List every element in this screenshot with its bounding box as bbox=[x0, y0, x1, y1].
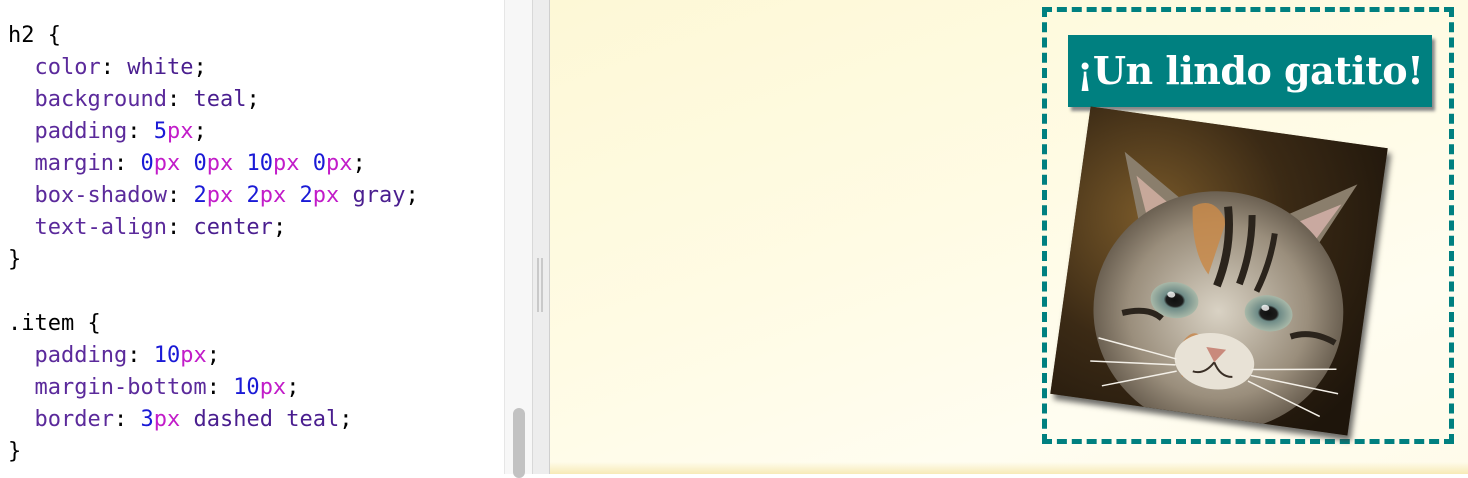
code-area[interactable]: h2 { color: white; background: teal; pad… bbox=[8, 20, 419, 468]
code-token-prop: box-shadow bbox=[8, 183, 167, 208]
code-token-val: dashed bbox=[193, 407, 273, 432]
code-token-prop: padding bbox=[8, 119, 128, 144]
code-line[interactable]: box-shadow: 2px 2px 2px gray; bbox=[8, 180, 419, 212]
code-token-punct: : bbox=[113, 151, 141, 176]
code-token-unit: px bbox=[312, 183, 340, 208]
code-token-prop: margin bbox=[8, 151, 114, 176]
code-token-punct bbox=[233, 183, 246, 208]
code-line[interactable]: padding: 5px; bbox=[8, 116, 419, 148]
code-token-punct bbox=[339, 183, 352, 208]
code-token-prop: text-align bbox=[8, 215, 167, 240]
code-token-brace: } bbox=[8, 247, 22, 272]
code-token-punct: : bbox=[100, 55, 128, 80]
code-line[interactable]: margin: 0px 0px 10px 0px; bbox=[8, 148, 419, 180]
code-token-sel: .item bbox=[8, 311, 88, 336]
preview-bottom-edge bbox=[550, 462, 1468, 474]
code-token-val: gray bbox=[352, 183, 406, 208]
code-line[interactable]: margin-bottom: 10px; bbox=[8, 372, 419, 404]
preview-pane: ¡Un lindo gatito! bbox=[550, 0, 1468, 474]
code-token-punct: ; bbox=[193, 55, 207, 80]
code-token-punct: : bbox=[166, 87, 194, 112]
code-token-unit: px bbox=[272, 151, 300, 176]
code-token-prop: border bbox=[8, 407, 114, 432]
code-token-punct: ; bbox=[206, 343, 220, 368]
code-line[interactable]: background: teal; bbox=[8, 84, 419, 116]
code-token-punct bbox=[273, 407, 286, 432]
pane-splitter[interactable] bbox=[532, 0, 550, 474]
splitter-grip-icon[interactable] bbox=[537, 258, 545, 312]
code-token-sel: h2 bbox=[8, 23, 48, 48]
code-line[interactable]: h2 { bbox=[8, 20, 419, 52]
code-token-unit: px bbox=[153, 151, 181, 176]
code-token-punct bbox=[299, 151, 312, 176]
kitten-photo-graphic bbox=[1050, 106, 1388, 436]
code-token-unit: px bbox=[325, 151, 353, 176]
code-token-prop: margin-bottom bbox=[8, 375, 207, 400]
code-token-num: 10 bbox=[153, 343, 181, 368]
code-token-num: 5 bbox=[153, 119, 167, 144]
code-token-unit: px bbox=[180, 343, 207, 368]
code-token-val: teal bbox=[286, 407, 340, 432]
code-token-prop: background bbox=[8, 87, 167, 112]
kitten-photo bbox=[1050, 106, 1388, 436]
code-token-brace: { bbox=[47, 23, 61, 48]
code-token-punct: ; bbox=[405, 183, 419, 208]
code-line[interactable] bbox=[8, 276, 419, 308]
code-token-val: center bbox=[193, 215, 273, 240]
code-line[interactable]: } bbox=[8, 436, 419, 468]
code-token-unit: px bbox=[259, 375, 287, 400]
code-token-punct: : bbox=[127, 343, 154, 368]
code-token-punct: : bbox=[166, 183, 194, 208]
code-token-num: 2 bbox=[193, 183, 207, 208]
code-token-punct bbox=[233, 151, 246, 176]
code-token-punct: : bbox=[206, 375, 234, 400]
code-token-num: 2 bbox=[299, 183, 313, 208]
code-token-punct bbox=[180, 151, 193, 176]
code-token-val: white bbox=[127, 55, 194, 80]
code-line[interactable]: border: 3px dashed teal; bbox=[8, 404, 419, 436]
code-line[interactable]: text-align: center; bbox=[8, 212, 419, 244]
code-token-num: 10 bbox=[246, 151, 273, 176]
css-code-editor[interactable]: h2 { color: white; background: teal; pad… bbox=[0, 0, 504, 474]
code-token-punct bbox=[180, 407, 193, 432]
code-token-unit: px bbox=[206, 183, 234, 208]
code-token-num: 0 bbox=[193, 151, 207, 176]
code-token-num: 10 bbox=[233, 375, 260, 400]
code-token-punct: ; bbox=[246, 87, 260, 112]
code-token-punct: : bbox=[166, 215, 194, 240]
code-token-val: teal bbox=[193, 87, 247, 112]
code-token-punct: : bbox=[127, 119, 154, 144]
page-heading: ¡Un lindo gatito! bbox=[1068, 35, 1432, 107]
editor-scrollbar-thumb[interactable] bbox=[513, 408, 525, 478]
code-token-brace: { bbox=[87, 311, 101, 336]
code-token-unit: px bbox=[166, 119, 194, 144]
code-token-unit: px bbox=[153, 407, 181, 432]
code-token-punct: ; bbox=[286, 375, 300, 400]
code-token-unit: px bbox=[206, 151, 234, 176]
code-token-brace: } bbox=[8, 439, 22, 464]
editor-scrollbar[interactable] bbox=[504, 0, 533, 478]
code-token-num: 2 bbox=[246, 183, 260, 208]
code-token-punct: ; bbox=[193, 119, 207, 144]
code-token-punct: ; bbox=[272, 215, 287, 240]
code-token-prop: padding bbox=[8, 343, 128, 368]
code-token-num: 0 bbox=[140, 151, 154, 176]
code-token-punct: ; bbox=[352, 151, 366, 176]
code-line[interactable]: } bbox=[8, 244, 419, 276]
code-token-num: 3 bbox=[140, 407, 154, 432]
code-token-punct: : bbox=[113, 407, 141, 432]
item-box: ¡Un lindo gatito! bbox=[1042, 7, 1454, 444]
code-token-prop: color bbox=[8, 55, 101, 80]
code-line[interactable]: color: white; bbox=[8, 52, 419, 84]
code-token-punct bbox=[286, 183, 299, 208]
code-token-num: 0 bbox=[312, 151, 326, 176]
code-token-punct: ; bbox=[339, 407, 353, 432]
code-line[interactable]: padding: 10px; bbox=[8, 340, 419, 372]
code-token-unit: px bbox=[259, 183, 287, 208]
code-line[interactable]: .item { bbox=[8, 308, 419, 340]
